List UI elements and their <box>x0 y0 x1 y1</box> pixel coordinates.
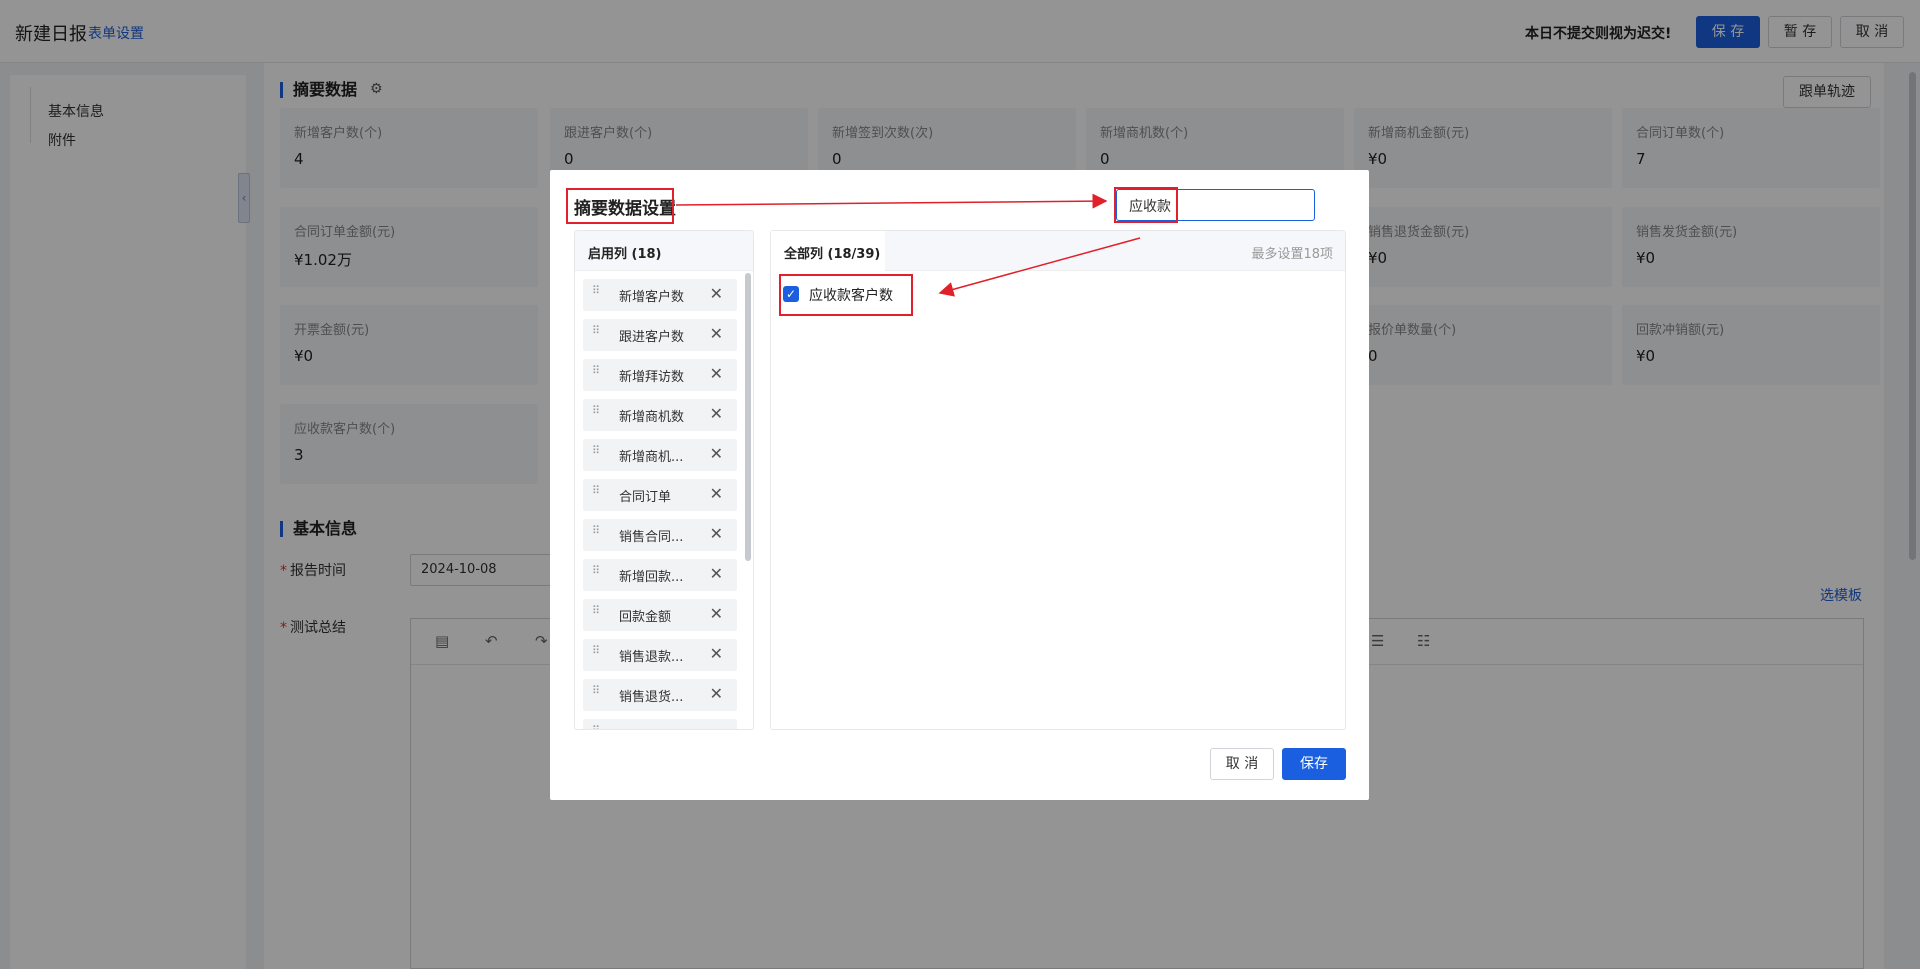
remove-icon[interactable]: ✕ <box>710 404 723 423</box>
drag-handle-icon[interactable]: ⠿ <box>592 565 602 583</box>
annotation-box-result <box>779 274 913 316</box>
max-limit-note: 最多设置18项 <box>1251 247 1333 262</box>
all-columns-title: 全部列 (18/39) <box>784 247 881 262</box>
remove-icon[interactable]: ✕ <box>710 484 723 503</box>
drag-handle-icon[interactable]: ⠿ <box>592 605 602 623</box>
enabled-column-item[interactable]: ⠿ 跟进客户数 ✕ <box>583 319 737 351</box>
column-name: 跟进客户数 <box>619 330 685 345</box>
drag-handle-icon[interactable]: ⠿ <box>592 485 602 503</box>
enabled-column-item[interactable]: ⠿ 新增拜访数 ✕ <box>583 359 737 391</box>
enabled-column-item[interactable]: ⠿ 新增商机... ✕ <box>583 439 737 471</box>
column-name: 新增客户数 <box>619 290 685 305</box>
column-name: 合同订单 <box>619 490 672 505</box>
drag-handle-icon[interactable]: ⠿ <box>592 445 602 463</box>
enabled-column-item[interactable]: ⠿ 回款金额 ✕ <box>583 599 737 631</box>
column-name: 新增回款... <box>619 570 684 585</box>
remove-icon[interactable]: ✕ <box>710 524 723 543</box>
remove-icon[interactable]: ✕ <box>710 364 723 383</box>
drag-handle-icon[interactable]: ⠿ <box>592 685 602 703</box>
enabled-columns-header: 启用列 (18) <box>575 231 753 271</box>
remove-icon[interactable]: ✕ <box>710 564 723 583</box>
column-name: 新增拜访数 <box>619 370 685 385</box>
drag-handle-icon[interactable]: ⠿ <box>592 525 602 543</box>
enabled-columns-scrollbar[interactable] <box>745 273 751 561</box>
drag-handle-icon[interactable]: ⠿ <box>592 405 602 423</box>
remove-icon[interactable]: ✕ <box>710 284 723 303</box>
annotation-box-search <box>1114 187 1178 223</box>
column-name: 销售退货... <box>619 690 684 705</box>
enabled-columns-title: 启用列 (18) <box>588 247 662 262</box>
drag-handle-icon[interactable]: ⠿ <box>592 285 602 303</box>
column-name: 销售退款... <box>619 650 684 665</box>
enabled-column-item[interactable]: ⠿ 销售合同... ✕ <box>583 519 737 551</box>
annotation-box-title <box>566 188 674 224</box>
drag-handle-icon[interactable]: ⠿ <box>592 365 602 383</box>
all-columns-header: 全部列 (18/39) 最多设置18项 <box>771 231 1345 271</box>
enabled-column-item[interactable]: ⠿ 销售退货... ✕ <box>583 679 737 711</box>
dialog-cancel-button[interactable]: 取 消 <box>1210 748 1274 780</box>
enabled-column-item[interactable]: ⠿ 合同订单 ✕ <box>583 479 737 511</box>
remove-icon[interactable]: ✕ <box>710 324 723 343</box>
remove-icon[interactable]: ✕ <box>710 444 723 463</box>
enabled-column-item-partial[interactable]: ⠿ <box>583 719 737 729</box>
summary-settings-dialog: 摘要数据设置 应收款 启用列 (18) ⠿ 新增客户数 ✕ ⠿ 跟进客户数 ✕ ⠿ 新增拜… <box>550 170 1369 800</box>
enabled-column-item[interactable]: ⠿ 新增商机数 ✕ <box>583 399 737 431</box>
enabled-columns-panel: 启用列 (18) ⠿ 新增客户数 ✕ ⠿ 跟进客户数 ✕ ⠿ 新增拜访数 ✕ ⠿ 新增商机数 ✕… <box>574 230 754 730</box>
dialog-save-button[interactable]: 保存 <box>1282 748 1346 780</box>
enabled-column-item[interactable]: ⠿ 新增回款... ✕ <box>583 559 737 591</box>
column-name: 回款金额 <box>619 610 672 625</box>
remove-icon[interactable]: ✕ <box>710 684 723 703</box>
remove-icon[interactable]: ✕ <box>710 604 723 623</box>
column-name: 新增商机... <box>619 450 684 465</box>
app-root: 新建日报 表单设置 本日不提交则视为迟交! 保 存 暂 存 取 消 基本信息 附… <box>0 0 1920 969</box>
column-name: 销售合同... <box>619 530 684 545</box>
column-name: 新增商机数 <box>619 410 685 425</box>
drag-handle-icon[interactable]: ⠿ <box>592 325 602 343</box>
enabled-column-item[interactable]: ⠿ 销售退款... ✕ <box>583 639 737 671</box>
enabled-column-item[interactable]: ⠿ 新增客户数 ✕ <box>583 279 737 311</box>
drag-handle-icon[interactable]: ⠿ <box>592 725 602 729</box>
drag-handle-icon[interactable]: ⠿ <box>592 645 602 663</box>
all-columns-tab[interactable]: 全部列 (18/39) <box>771 231 885 271</box>
remove-icon[interactable]: ✕ <box>710 644 723 663</box>
